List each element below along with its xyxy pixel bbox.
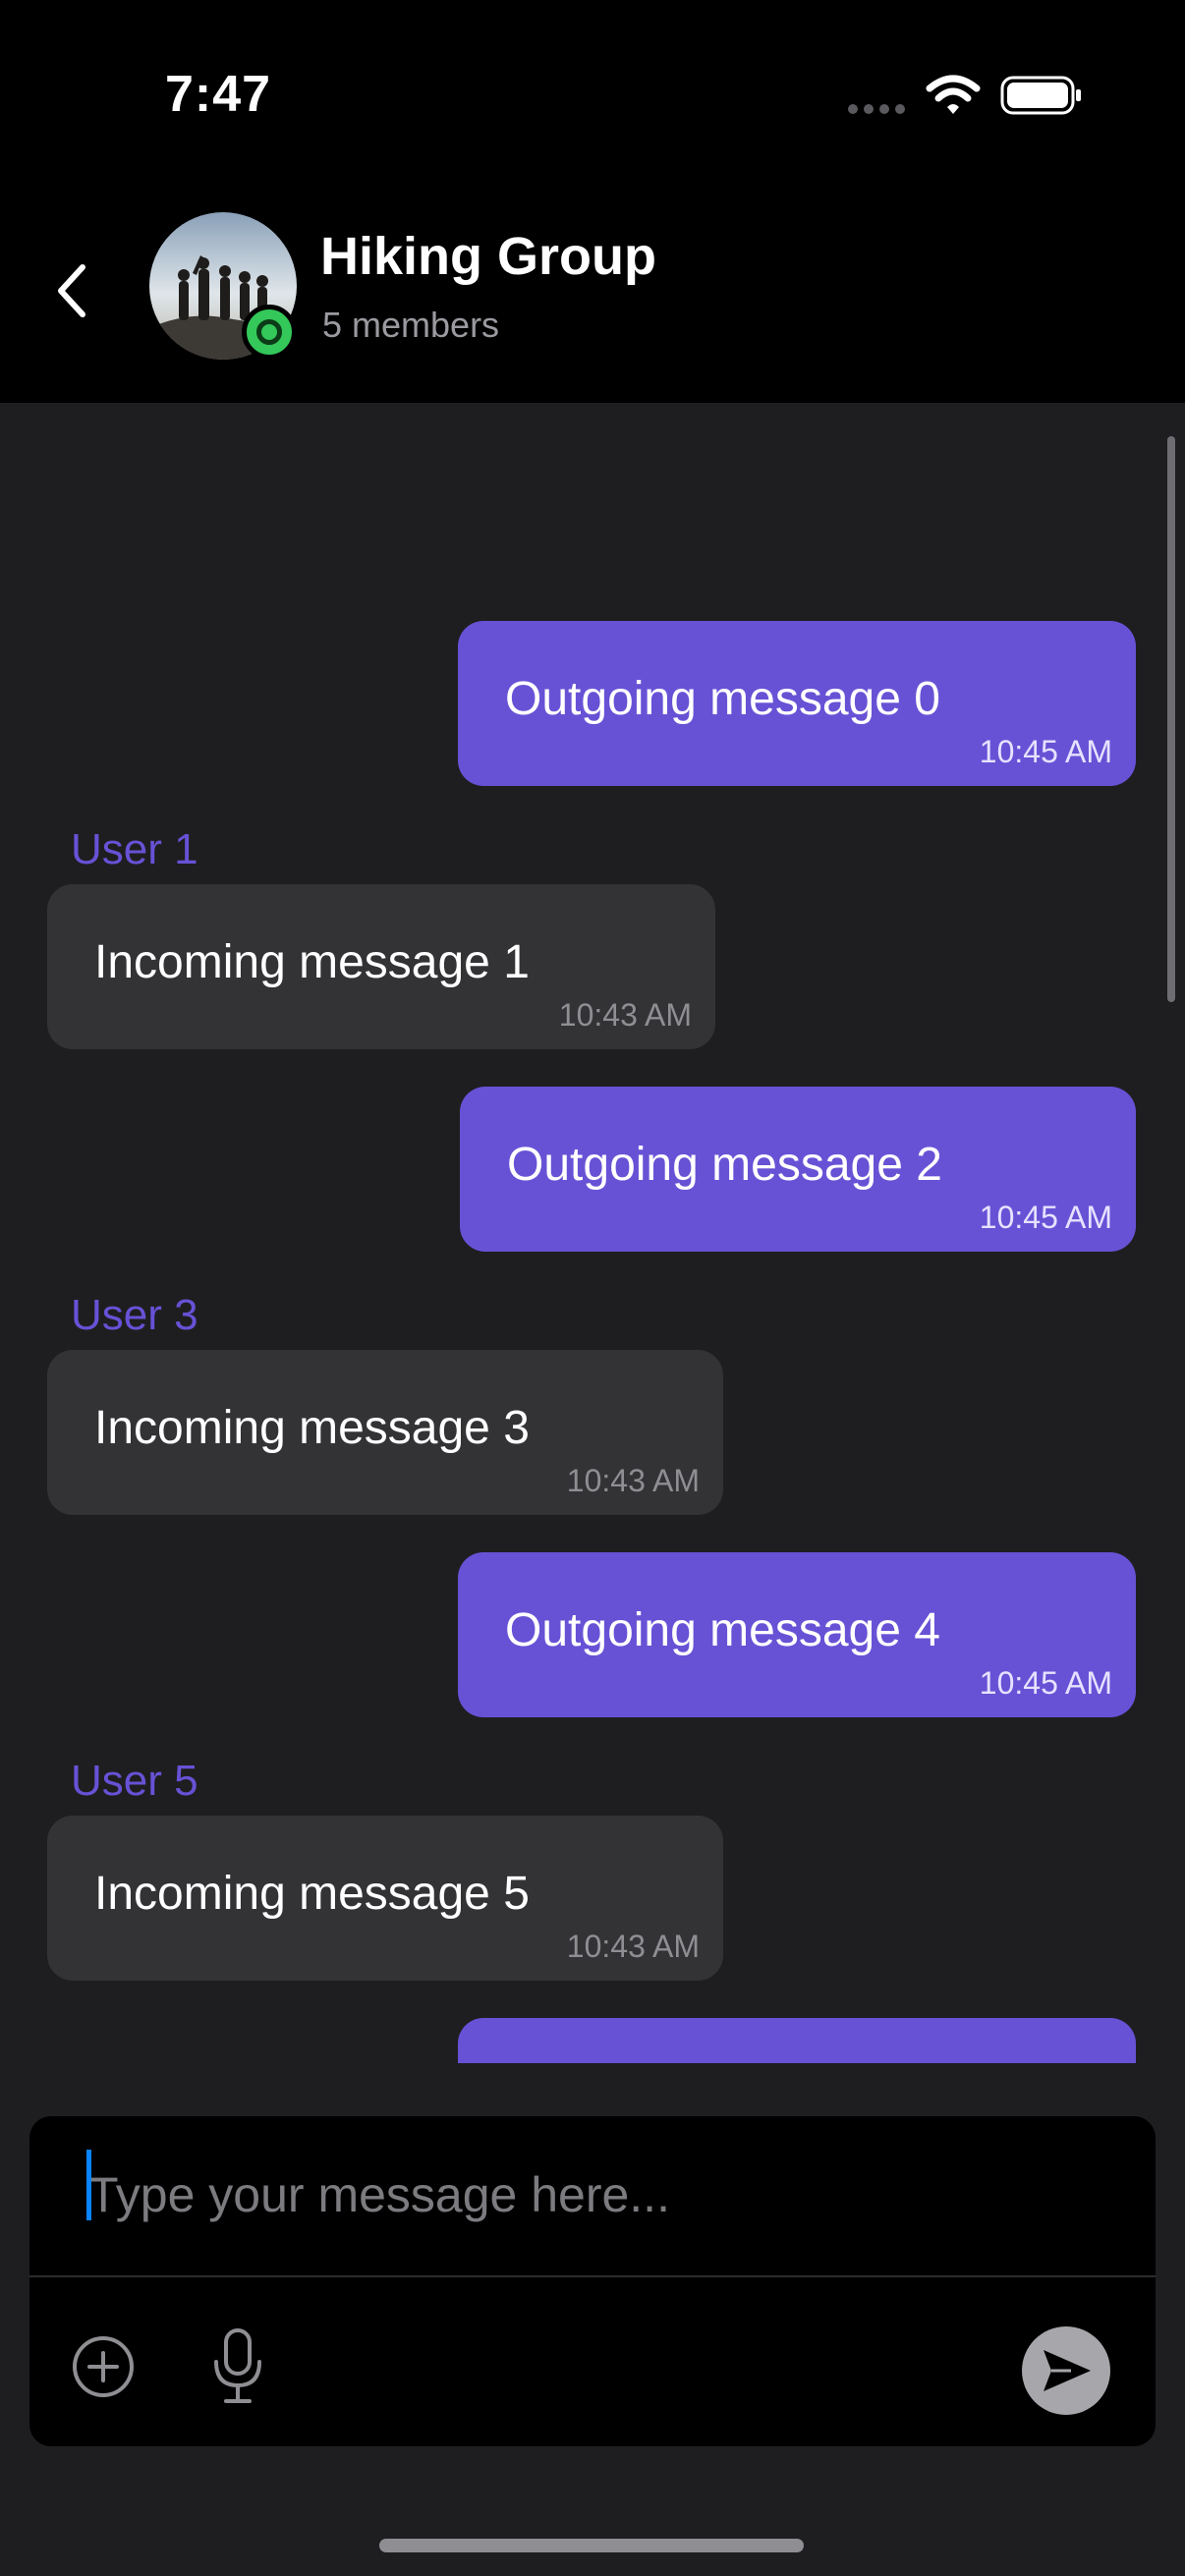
sender-name[interactable]: User 3 (71, 1291, 198, 1340)
message-text: Outgoing message 0 (505, 673, 940, 725)
member-count: 5 members (322, 305, 500, 345)
chat-header: Hiking Group 5 members (0, 177, 1185, 403)
message-composer (29, 2116, 1156, 2446)
outgoing-message-bubble-partial[interactable] (458, 2018, 1136, 2063)
battery-icon (1000, 76, 1081, 115)
message-timestamp: 10:45 AM (979, 734, 1112, 769)
scrollbar[interactable] (1167, 436, 1175, 1002)
plus-circle-icon[interactable] (69, 2332, 138, 2401)
incoming-message-bubble[interactable]: Incoming message 1 10:43 AM (47, 884, 715, 1049)
message-timestamp: 10:43 AM (558, 997, 692, 1033)
home-indicator (379, 2539, 804, 2552)
outgoing-message-bubble[interactable]: Outgoing message 2 10:45 AM (460, 1087, 1136, 1252)
message-timestamp: 10:43 AM (566, 1463, 700, 1498)
message-text: Outgoing message 2 (507, 1139, 942, 1191)
incoming-message-bubble[interactable]: Incoming message 5 10:43 AM (47, 1816, 723, 1981)
outgoing-message-bubble[interactable]: Outgoing message 0 10:45 AM (458, 621, 1136, 786)
send-button[interactable] (1022, 2326, 1110, 2415)
message-list[interactable]: Outgoing message 0 10:45 AM User 1 Incom… (0, 403, 1185, 2063)
sender-name[interactable]: User 5 (71, 1757, 198, 1806)
status-time: 7:47 (165, 66, 272, 123)
composer-divider (29, 2275, 1156, 2277)
chevron-left-icon[interactable] (45, 252, 104, 330)
online-status-indicator (242, 305, 297, 360)
message-timestamp: 10:45 AM (979, 1665, 1112, 1701)
send-icon (1044, 2350, 1091, 2391)
message-text: Incoming message 3 (94, 1402, 530, 1454)
message-text: Incoming message 1 (94, 936, 530, 988)
message-timestamp: 10:43 AM (566, 1929, 700, 1964)
message-timestamp: 10:45 AM (979, 1200, 1112, 1235)
microphone-icon[interactable] (208, 2326, 267, 2407)
message-input[interactable] (85, 2138, 1130, 2252)
wifi-icon (926, 75, 981, 114)
message-text: Outgoing message 4 (505, 1604, 940, 1656)
message-text: Incoming message 5 (94, 1868, 530, 1920)
chat-title[interactable]: Hiking Group (320, 226, 656, 287)
text-caret (86, 2150, 91, 2220)
cellular-signal-icon (848, 104, 905, 114)
status-bar: 7:47 (0, 0, 1185, 177)
incoming-message-bubble[interactable]: Incoming message 3 10:43 AM (47, 1350, 723, 1515)
outgoing-message-bubble[interactable]: Outgoing message 4 10:45 AM (458, 1552, 1136, 1717)
sender-name[interactable]: User 1 (71, 825, 198, 874)
